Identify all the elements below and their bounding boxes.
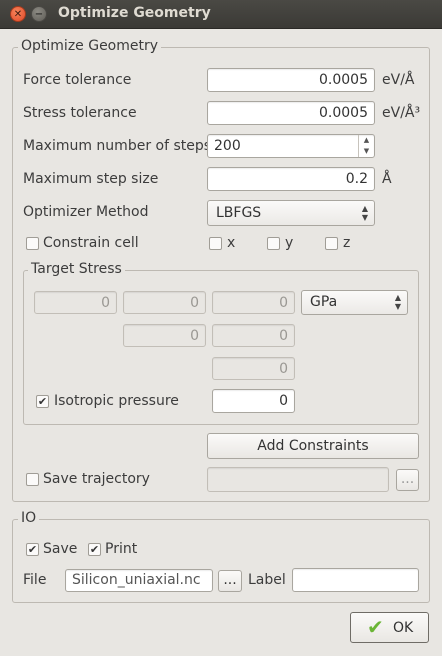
stress-xx-input[interactable]: 0 (34, 291, 117, 314)
isotropic-pressure-checkbox[interactable]: ✔ (36, 395, 49, 408)
ok-button[interactable]: ✔ OK (350, 612, 429, 643)
label-label: Label (248, 572, 286, 588)
optimize-geometry-legend: Optimize Geometry (18, 38, 162, 54)
stress-tolerance-unit: eV/Å³ (382, 105, 421, 121)
force-tolerance-unit: eV/Å (382, 72, 415, 88)
force-tolerance-label: Force tolerance (23, 72, 132, 88)
add-constraints-button[interactable]: Add Constraints (207, 433, 419, 459)
stress-tolerance-input[interactable]: 0.0005 (207, 101, 375, 125)
close-icon[interactable]: ✕ (10, 6, 26, 22)
print-label: Print (105, 541, 138, 557)
stress-zz-input[interactable]: 0 (212, 357, 295, 380)
isotropic-pressure-input[interactable]: 0 (212, 389, 295, 413)
save-checkbox[interactable]: ✔ (26, 543, 39, 556)
spin-arrows-icon[interactable]: ▲ ▼ (358, 135, 374, 157)
save-trajectory-checkbox[interactable] (26, 473, 39, 486)
max-step-size-input[interactable]: 0.2 (207, 167, 375, 191)
stress-yz-input[interactable]: 0 (212, 324, 295, 347)
optimizer-method-select[interactable]: LBFGS ▲ ▼ (207, 200, 375, 226)
updown-arrows-icon: ▲ ▼ (394, 293, 401, 311)
file-browse-button[interactable]: ... (218, 570, 242, 592)
checkmark-icon: ✔ (367, 615, 384, 639)
ok-label: OK (393, 620, 414, 636)
file-label: File (23, 572, 47, 588)
file-input[interactable]: Silicon_uniaxial.nc (65, 569, 213, 592)
print-checkbox[interactable]: ✔ (88, 543, 101, 556)
max-step-size-label: Maximum step size (23, 171, 159, 187)
isotropic-pressure-label: Isotropic pressure (54, 393, 179, 409)
updown-arrows-icon: ▲ ▼ (361, 204, 368, 222)
label-input[interactable] (292, 568, 419, 592)
max-step-size-unit: Å (382, 171, 392, 187)
trajectory-browse-button[interactable]: ... (396, 469, 419, 491)
force-tolerance-input[interactable]: 0.0005 (207, 68, 375, 92)
target-stress-legend: Target Stress (28, 261, 125, 277)
max-steps-label: Maximum number of steps (23, 138, 212, 154)
save-trajectory-label: Save trajectory (43, 471, 150, 487)
constrain-x-checkbox[interactable] (209, 237, 222, 250)
optimizer-method-value: LBFGS (216, 205, 262, 221)
stress-tolerance-label: Stress tolerance (23, 105, 137, 121)
constrain-y-checkbox[interactable] (267, 237, 280, 250)
window-title: Optimize Geometry (58, 5, 211, 21)
stress-xz-input[interactable]: 0 (212, 291, 295, 314)
io-legend: IO (18, 510, 40, 526)
constrain-y-label: y (285, 235, 294, 251)
stress-unit-value: GPa (310, 294, 338, 310)
stress-xy-input[interactable]: 0 (123, 291, 206, 314)
stress-yy-input[interactable]: 0 (123, 324, 206, 347)
constrain-z-label: z (343, 235, 351, 251)
constrain-x-label: x (227, 235, 236, 251)
trajectory-file-input[interactable] (207, 467, 389, 492)
constrain-cell-label: Constrain cell (43, 235, 139, 251)
constrain-z-checkbox[interactable] (325, 237, 338, 250)
max-steps-spinbox[interactable]: 200 ▲ ▼ (207, 134, 375, 158)
save-label: Save (43, 541, 78, 557)
optimizer-method-label: Optimizer Method (23, 204, 149, 220)
minimize-icon[interactable]: − (31, 6, 47, 22)
max-steps-value: 200 (214, 138, 241, 154)
stress-unit-select[interactable]: GPa ▲ ▼ (301, 290, 408, 315)
constrain-cell-checkbox[interactable] (26, 237, 39, 250)
title-bar: ✕ − Optimize Geometry (0, 0, 442, 29)
